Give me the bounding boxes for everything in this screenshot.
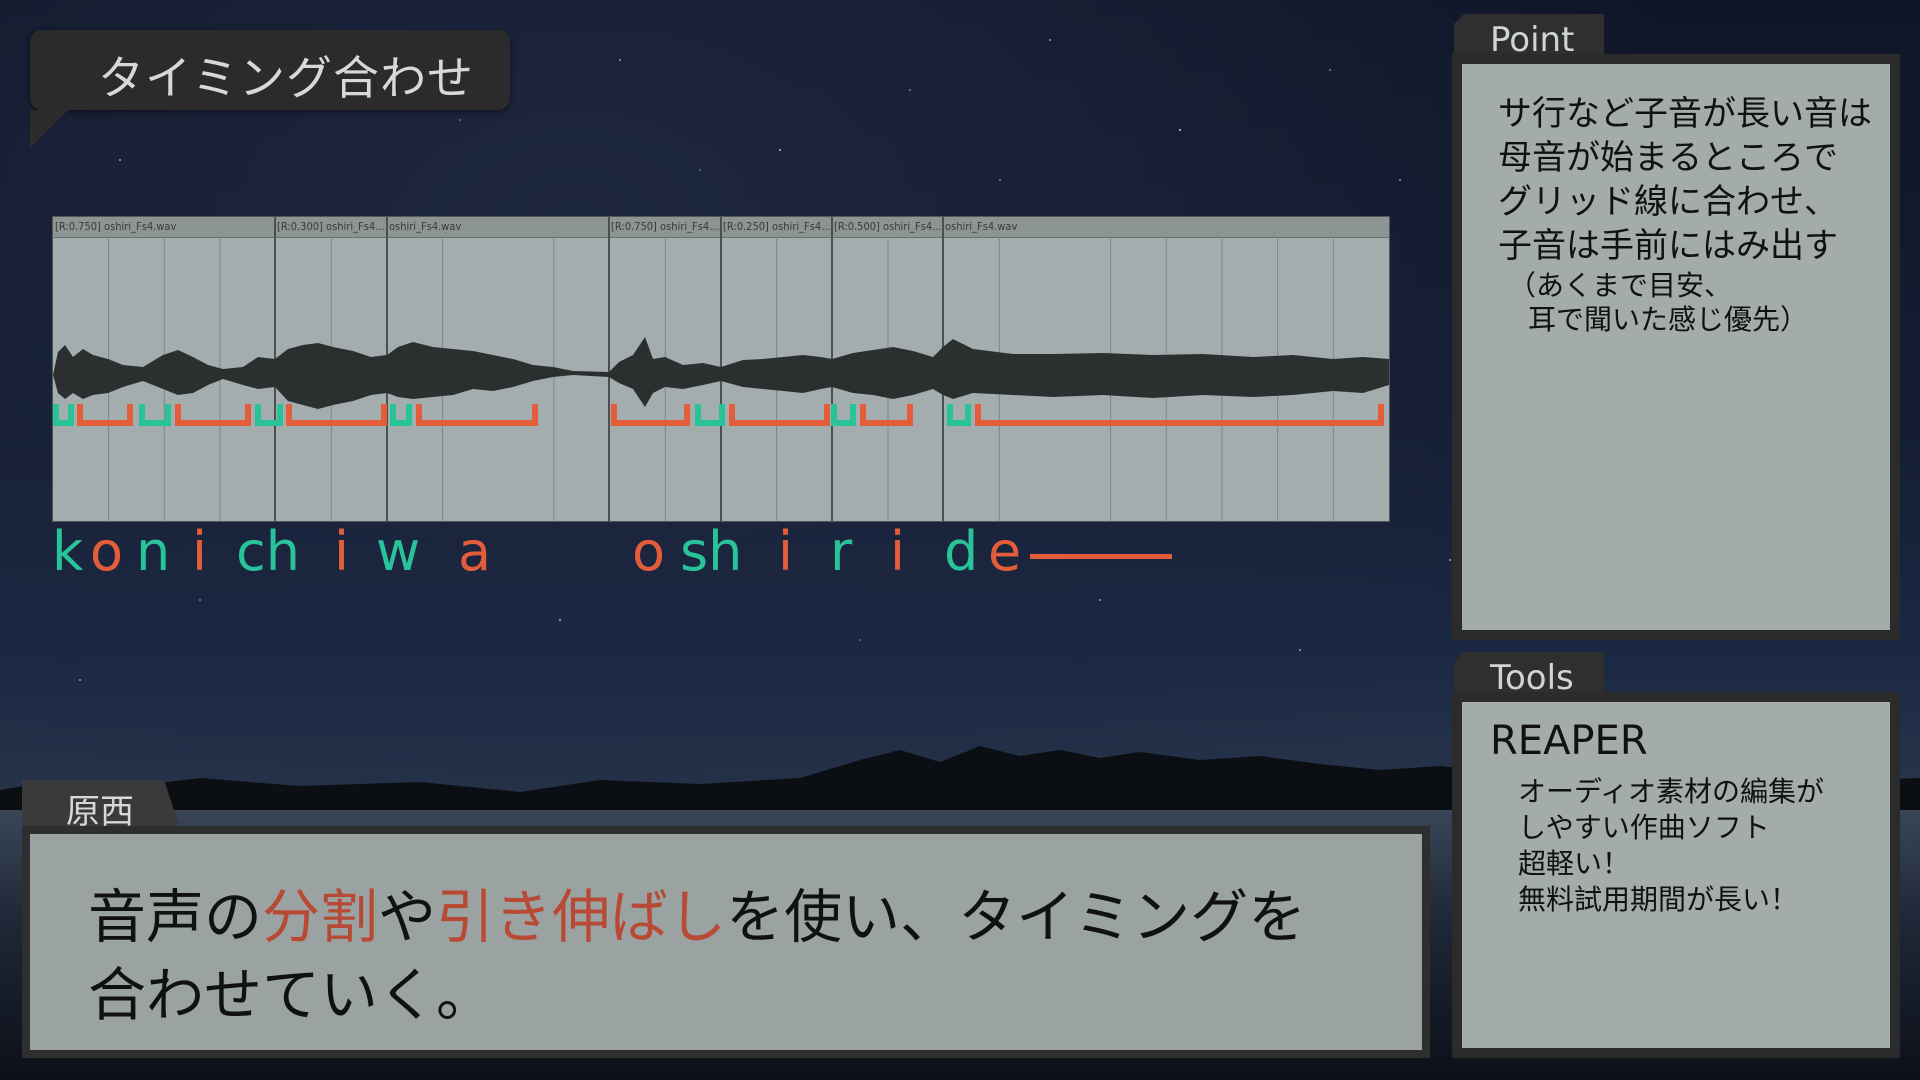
- phoneme-label: r: [830, 520, 853, 583]
- phoneme-label: o: [632, 520, 666, 583]
- page-title: タイミング合わせ: [98, 51, 474, 105]
- caption-highlight: 分割: [262, 883, 379, 951]
- point-text-suffix: で: [1804, 138, 1838, 178]
- phoneme-label: i: [192, 520, 208, 583]
- tool-feature: 超軽い！: [1518, 847, 1631, 880]
- waveform-editor[interactable]: [R:0.750] oshiri_Fs4.wav [R:0.300] oshir…: [52, 216, 1390, 522]
- caption-box: 音声の分割や引き伸ばしを使い、タイミングを 合わせていく。: [22, 826, 1430, 1058]
- caption-line-2: 合わせていく。: [88, 961, 495, 1029]
- phoneme-label: w: [376, 520, 421, 583]
- point-text: グリッド線に合わせ、: [1498, 182, 1838, 222]
- point-text: サ行など子音が長い音は: [1498, 94, 1872, 134]
- tools-panel: REAPER オーディオ素材の編集が しやすい作曲ソフト 超軽い！ 無料試用期間…: [1452, 692, 1900, 1058]
- phoneme-label: i: [890, 520, 906, 583]
- tool-feature: オーディオ素材の編集が: [1518, 775, 1825, 808]
- point-panel: サ行など子音が長い音は 母音が始まるところで グリッド線に合わせ、 子音は手前に…: [1452, 54, 1900, 640]
- phoneme-label: i: [334, 520, 350, 583]
- tool-name: REAPER: [1490, 718, 1648, 764]
- waveform-graphic: [53, 217, 1389, 521]
- caption-line-1: 音声の分割や引き伸ばしを使い、タイミングを: [88, 870, 1306, 954]
- caption-highlight: 引き伸ばし: [436, 883, 727, 951]
- point-text: 子音は手前にはみ出す: [1498, 226, 1838, 266]
- caption-text: や: [378, 883, 437, 951]
- caption-text: 音声の: [88, 883, 263, 951]
- phoneme-label: sh: [680, 520, 743, 583]
- phoneme-label: k: [52, 520, 84, 583]
- point-note: 耳で聞いた感じ優先）: [1528, 303, 1809, 336]
- title-banner: タイミング合わせ: [30, 30, 510, 148]
- phoneme-label: n: [136, 520, 171, 583]
- caption-text: を使い、タイミングを: [726, 883, 1307, 951]
- phoneme-label: a: [458, 520, 492, 583]
- phoneme-label: d: [944, 520, 979, 583]
- speaker-tab: 原西: [22, 780, 180, 828]
- tool-feature: 無料試用期間が長い！: [1518, 883, 1799, 916]
- tool-feature: しやすい作曲ソフト: [1518, 811, 1770, 844]
- phoneme-extension-line: [1030, 554, 1172, 559]
- phoneme-label: ch: [236, 520, 300, 583]
- phoneme-label: e: [988, 520, 1022, 583]
- highlight-text: 母音が始まるところ: [1498, 138, 1804, 178]
- phoneme-label: i: [778, 520, 794, 583]
- phoneme-label: o: [90, 520, 124, 583]
- point-text-highlighted: 母音が始まるところで: [1498, 130, 1838, 179]
